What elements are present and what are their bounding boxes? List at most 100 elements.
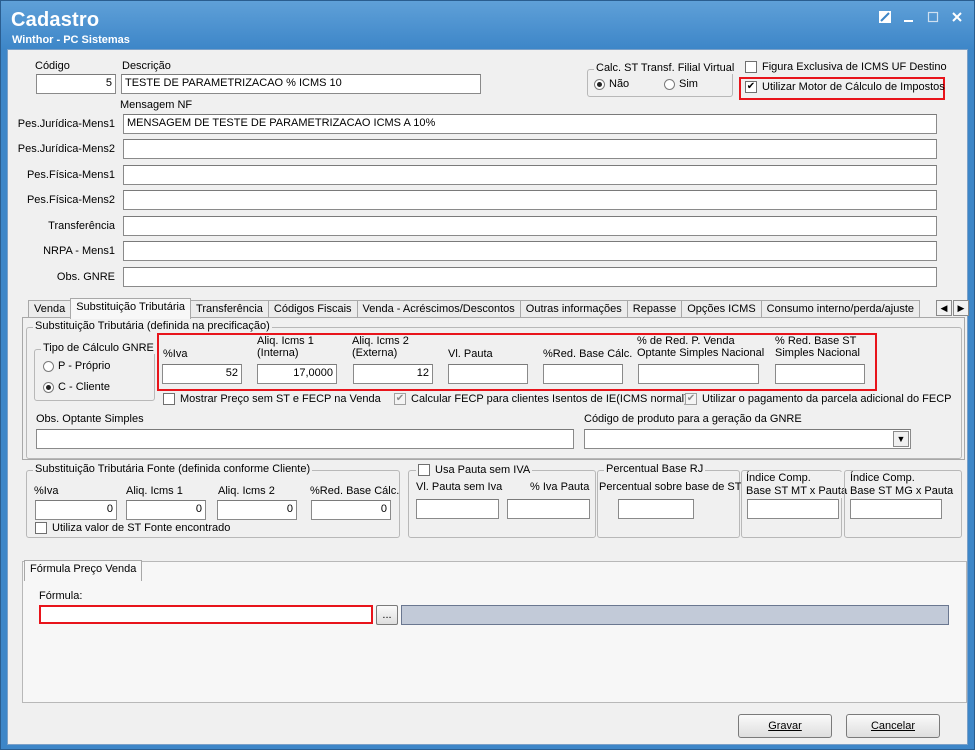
- fonte-red-base-label: %Red. Base Cálc.: [310, 485, 400, 497]
- calc-st-sim-radio[interactable]: Sim: [664, 78, 698, 90]
- obs-optante-input[interactable]: [36, 429, 574, 449]
- form-body: Código 5 Descrição TESTE DE PARAMETRIZAC…: [7, 49, 969, 745]
- calc-st-group: Calc. ST Transf. Filial Virtual Não Sim: [587, 62, 737, 97]
- msg-row-input[interactable]: [123, 241, 937, 261]
- msg-row-input[interactable]: [123, 139, 937, 159]
- iva-pauta-label: % Iva Pauta: [530, 481, 590, 493]
- tab-consumo-interno[interactable]: Consumo interno/perda/ajuste: [760, 300, 921, 318]
- msg-row-input[interactable]: [123, 165, 937, 185]
- tab-venda[interactable]: Venda: [28, 300, 72, 318]
- aliq-icms2-label: Aliq. Icms 2 (Externa): [352, 335, 409, 359]
- msg-row-label: Pes.Física-Mens1: [26, 169, 115, 181]
- codigo-input[interactable]: 5: [36, 74, 116, 94]
- cancelar-label: Cancelar: [870, 720, 916, 732]
- minimize-icon[interactable]: [900, 9, 918, 25]
- codigo-label: Código: [35, 60, 70, 72]
- tab-formula-preco-venda[interactable]: Fórmula Preço Venda: [24, 560, 143, 581]
- tab-strip: Venda Substituição Tributária Transferên…: [28, 298, 921, 319]
- indice-mt-input[interactable]: [747, 499, 839, 519]
- indice-mg-label: Índice Comp. Base ST MG x Pauta: [850, 472, 954, 498]
- msg-row-label: NRPA - Mens1: [43, 245, 115, 257]
- main-window: Cadastro Winthor - PC Sistemas Código 5 …: [0, 0, 975, 750]
- title-bar: Cadastro Winthor - PC Sistemas: [1, 1, 974, 49]
- red-p-venda-input[interactable]: [638, 364, 759, 384]
- tab-scroll-left-icon[interactable]: ◀: [936, 300, 952, 316]
- tab-transferencia[interactable]: Transferência: [190, 300, 269, 318]
- tab-opcoes-icms[interactable]: Opções ICMS: [681, 300, 762, 318]
- motor-calculo-checkbox[interactable]: ✔ Utilizar Motor de Cálculo de Impostos: [745, 81, 945, 93]
- vl-pauta-input[interactable]: [448, 364, 528, 384]
- iva-pauta-input[interactable]: [507, 499, 590, 519]
- calcular-fecp-label: Calcular FECP para clientes Isentos de I…: [411, 393, 688, 405]
- calc-st-nao-label: Não: [609, 78, 630, 90]
- msg-row-label: Transferência: [48, 220, 115, 232]
- utiliza-valor-checkbox[interactable]: Utiliza valor de ST Fonte encontrado: [35, 522, 230, 534]
- calc-st-nao-radio[interactable]: Não: [594, 78, 629, 90]
- figura-exclusiva-checkbox[interactable]: Figura Exclusiva de ICMS UF Destino: [745, 61, 947, 73]
- close-icon[interactable]: [948, 9, 966, 25]
- tab-repasse[interactable]: Repasse: [626, 300, 683, 318]
- formula-display-bar: [401, 605, 949, 625]
- indice-mt-label: Índice Comp. Base ST MT x Pauta: [746, 472, 848, 498]
- window-subtitle: Winthor - PC Sistemas: [12, 34, 130, 46]
- iva-label: %Iva: [163, 348, 188, 360]
- iva-input[interactable]: 52: [162, 364, 242, 384]
- tab-substituicao-tributaria[interactable]: Substituição Tributária: [70, 298, 192, 319]
- radio-unselected-icon: [43, 360, 54, 372]
- st-fonte-label: Substituição Tributária Fonte (definida …: [33, 463, 313, 475]
- usa-pauta-checkbox[interactable]: Usa Pauta sem IVA: [416, 464, 533, 476]
- fonte-aliq2-input[interactable]: 0: [217, 500, 297, 520]
- obs-optante-label: Obs. Optante Simples: [36, 413, 144, 425]
- checkbox-icon: [163, 393, 175, 405]
- tab-outras-informacoes[interactable]: Outras informações: [519, 300, 628, 318]
- fonte-iva-input[interactable]: 0: [35, 500, 117, 520]
- calcular-fecp-checkbox[interactable]: ✔ Calcular FECP para clientes Isentos de …: [394, 393, 688, 405]
- check-icon: ✔: [394, 393, 406, 405]
- utilizar-pagamento-checkbox[interactable]: ✔ Utilizar o pagamento da parcela adicion…: [685, 393, 951, 405]
- aliq-icms1-input[interactable]: 17,0000: [257, 364, 337, 384]
- tab-codigos-fiscais[interactable]: Códigos Fiscais: [267, 300, 358, 318]
- figura-exclusiva-label: Figura Exclusiva de ICMS UF Destino: [762, 61, 947, 73]
- utilizar-pagamento-label: Utilizar o pagamento da parcela adiciona…: [702, 393, 952, 405]
- maximize-icon[interactable]: [924, 9, 942, 25]
- red-p-venda-label: % de Red. P. Venda Optante Simples Nacio…: [637, 335, 765, 359]
- tab-scroll-right-icon[interactable]: ▶: [953, 300, 969, 316]
- tipo-cliente-radio[interactable]: C - Cliente: [43, 381, 110, 393]
- gravar-button[interactable]: Gravar: [738, 714, 832, 738]
- descricao-label: Descrição: [122, 60, 171, 72]
- red-base-st-input[interactable]: [775, 364, 865, 384]
- window-title: Cadastro: [11, 9, 100, 31]
- descricao-input[interactable]: TESTE DE PARAMETRIZACAO % ICMS 10: [121, 74, 481, 94]
- fonte-aliq1-input[interactable]: 0: [126, 500, 206, 520]
- red-base-calc-input[interactable]: [543, 364, 623, 384]
- formula-ellipsis-button[interactable]: ...: [376, 605, 398, 625]
- percentual-st-input[interactable]: [618, 499, 694, 519]
- motor-calculo-label: Utilizar Motor de Cálculo de Impostos: [762, 81, 945, 93]
- fonte-aliq2-label: Aliq. Icms 2: [218, 485, 275, 497]
- tipo-cliente-label: C - Cliente: [58, 381, 110, 393]
- check-icon: ✔: [685, 393, 697, 405]
- radio-selected-icon: [43, 381, 54, 393]
- tab-venda-acrescimos[interactable]: Venda - Acréscimos/Descontos: [356, 300, 521, 318]
- aliq-icms2-input[interactable]: 12: [353, 364, 433, 384]
- st-group-label: Substituição Tributária (definida na pre…: [33, 320, 272, 332]
- check-icon: ✔: [745, 81, 757, 93]
- fonte-aliq1-label: Aliq. Icms 1: [126, 485, 183, 497]
- msg-row-input[interactable]: MENSAGEM DE TESTE DE PARAMETRIZACAO ICMS…: [123, 114, 937, 134]
- restore-icon[interactable]: [876, 9, 894, 25]
- chevron-down-icon[interactable]: ▼: [893, 431, 909, 447]
- mensagem-nf-label: Mensagem NF: [120, 99, 193, 111]
- mostrar-preco-checkbox[interactable]: Mostrar Preço sem ST e FECP na Venda: [163, 393, 381, 405]
- vl-pauta-label: Vl. Pauta: [448, 348, 493, 360]
- vl-pauta-sem-iva-input[interactable]: [416, 499, 499, 519]
- fonte-red-base-input[interactable]: 0: [311, 500, 391, 520]
- formula-input[interactable]: [39, 605, 373, 624]
- tipo-proprio-radio[interactable]: P - Próprio: [43, 360, 110, 372]
- cancelar-button[interactable]: Cancelar: [846, 714, 940, 738]
- msg-row-input[interactable]: [123, 216, 937, 236]
- msg-row-input[interactable]: [123, 267, 937, 287]
- calc-st-label: Calc. ST Transf. Filial Virtual: [594, 62, 737, 74]
- indice-mg-input[interactable]: [850, 499, 942, 519]
- codigo-gnre-select[interactable]: [584, 429, 911, 449]
- msg-row-input[interactable]: [123, 190, 937, 210]
